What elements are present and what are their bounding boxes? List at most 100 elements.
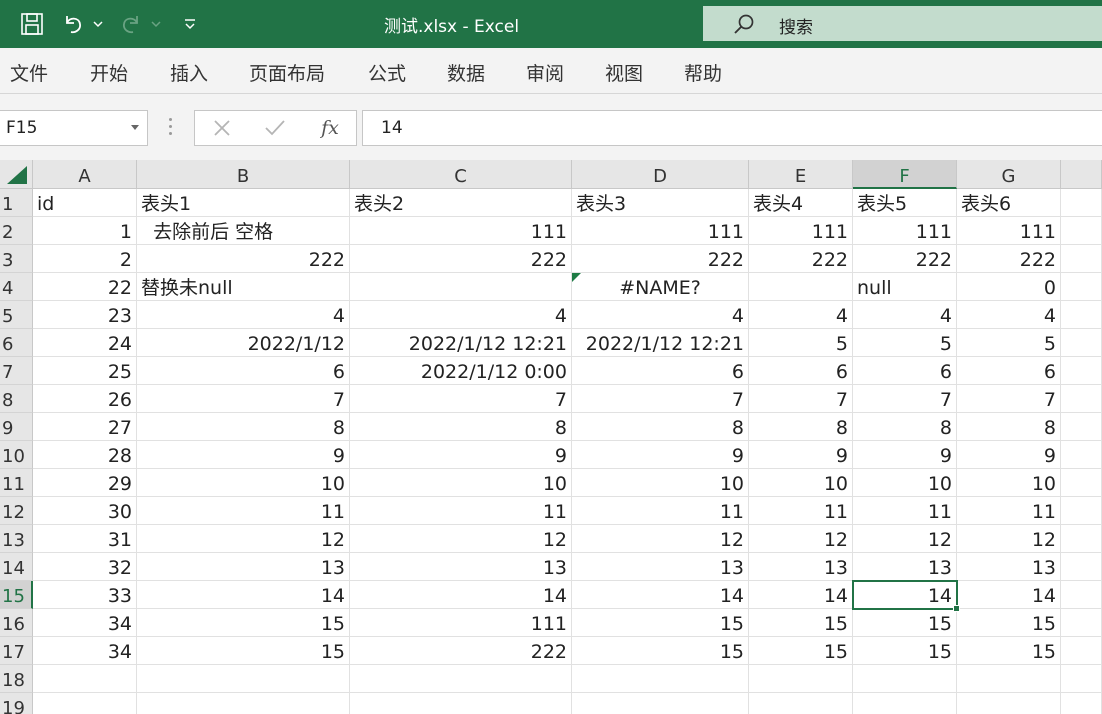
cell-f2[interactable]: 111 bbox=[853, 217, 957, 245]
tab-home[interactable]: 开始 bbox=[90, 59, 128, 86]
cell-e18[interactable] bbox=[749, 665, 853, 693]
customize-toolbar-icon[interactable] bbox=[181, 9, 199, 39]
cell-f15[interactable]: 14 bbox=[853, 581, 957, 609]
undo-icon[interactable] bbox=[60, 9, 86, 39]
cell-f16[interactable]: 15 bbox=[853, 609, 957, 637]
column-header-d[interactable]: D bbox=[572, 160, 749, 189]
cell-g13[interactable]: 12 bbox=[957, 525, 1061, 553]
cell-f14[interactable]: 13 bbox=[853, 553, 957, 581]
cell-a3[interactable]: 2 bbox=[33, 245, 137, 273]
cell-overflow[interactable] bbox=[1061, 665, 1102, 693]
tab-help[interactable]: 帮助 bbox=[684, 59, 722, 86]
cell-f19[interactable] bbox=[853, 693, 957, 714]
cell-a14[interactable]: 32 bbox=[33, 553, 137, 581]
cell-b14[interactable]: 13 bbox=[137, 553, 350, 581]
column-header-f[interactable]: F bbox=[853, 160, 957, 189]
cell-e9[interactable]: 8 bbox=[749, 413, 853, 441]
cell-d6[interactable]: 2022/1/12 12:21 bbox=[572, 329, 749, 357]
cell-e4[interactable] bbox=[749, 273, 853, 301]
cancel-icon[interactable] bbox=[202, 111, 242, 145]
cell-d14[interactable]: 13 bbox=[572, 553, 749, 581]
cell-d19[interactable] bbox=[572, 693, 749, 714]
cell-b15[interactable]: 14 bbox=[137, 581, 350, 609]
row-header-9[interactable]: 9 bbox=[0, 413, 33, 441]
row-header-6[interactable]: 6 bbox=[0, 329, 33, 357]
row-header-13[interactable]: 13 bbox=[0, 525, 33, 553]
cell-f18[interactable] bbox=[853, 665, 957, 693]
formula-input[interactable]: 14 bbox=[362, 110, 1102, 146]
save-icon[interactable] bbox=[18, 9, 46, 39]
cell-a10[interactable]: 28 bbox=[33, 441, 137, 469]
cell-overflow[interactable] bbox=[1061, 581, 1102, 609]
cell-g7[interactable]: 6 bbox=[957, 357, 1061, 385]
cell-overflow[interactable] bbox=[1061, 413, 1102, 441]
column-header-b[interactable]: B bbox=[137, 160, 350, 189]
cell-b5[interactable]: 4 bbox=[137, 301, 350, 329]
cell-c18[interactable] bbox=[350, 665, 572, 693]
cell-a9[interactable]: 27 bbox=[33, 413, 137, 441]
cell-a18[interactable] bbox=[33, 665, 137, 693]
cell-d15[interactable]: 14 bbox=[572, 581, 749, 609]
cell-d2[interactable]: 111 bbox=[572, 217, 749, 245]
cell-d16[interactable]: 15 bbox=[572, 609, 749, 637]
cell-a17[interactable]: 34 bbox=[33, 637, 137, 665]
cell-g16[interactable]: 15 bbox=[957, 609, 1061, 637]
row-header-17[interactable]: 17 bbox=[0, 637, 33, 665]
cell-f12[interactable]: 11 bbox=[853, 497, 957, 525]
cell-g17[interactable]: 15 bbox=[957, 637, 1061, 665]
column-header-c[interactable]: C bbox=[350, 160, 572, 189]
tab-file[interactable]: 文件 bbox=[10, 59, 48, 86]
insert-function-button[interactable]: fx bbox=[310, 111, 350, 145]
cell-b4[interactable]: 替换未null bbox=[137, 273, 350, 301]
cell-g10[interactable]: 9 bbox=[957, 441, 1061, 469]
enter-icon[interactable] bbox=[255, 111, 295, 145]
cell-g14[interactable]: 13 bbox=[957, 553, 1061, 581]
row-header-4[interactable]: 4 bbox=[0, 273, 33, 301]
cell-e11[interactable]: 10 bbox=[749, 469, 853, 497]
row-header-7[interactable]: 7 bbox=[0, 357, 33, 385]
name-box[interactable]: F15 bbox=[0, 110, 148, 146]
cell-g2[interactable]: 111 bbox=[957, 217, 1061, 245]
cell-g9[interactable]: 8 bbox=[957, 413, 1061, 441]
tab-insert[interactable]: 插入 bbox=[170, 59, 208, 86]
cell-overflow[interactable] bbox=[1061, 497, 1102, 525]
cell-d11[interactable]: 10 bbox=[572, 469, 749, 497]
cell-c19[interactable] bbox=[350, 693, 572, 714]
cell-e15[interactable]: 14 bbox=[749, 581, 853, 609]
cell-d8[interactable]: 7 bbox=[572, 385, 749, 413]
cell-c12[interactable]: 11 bbox=[350, 497, 572, 525]
cell-f9[interactable]: 8 bbox=[853, 413, 957, 441]
cell-overflow[interactable] bbox=[1061, 609, 1102, 637]
cell-g19[interactable] bbox=[957, 693, 1061, 714]
tab-data[interactable]: 数据 bbox=[447, 59, 485, 86]
tab-formulas[interactable]: 公式 bbox=[368, 59, 406, 86]
cell-e5[interactable]: 4 bbox=[749, 301, 853, 329]
cell-c5[interactable]: 4 bbox=[350, 301, 572, 329]
cell-c3[interactable]: 222 bbox=[350, 245, 572, 273]
cell-a8[interactable]: 26 bbox=[33, 385, 137, 413]
cell-f6[interactable]: 5 bbox=[853, 329, 957, 357]
cell-c16[interactable]: 111 bbox=[350, 609, 572, 637]
column-header-e[interactable]: E bbox=[749, 160, 853, 189]
cell-f7[interactable]: 6 bbox=[853, 357, 957, 385]
cell-a13[interactable]: 31 bbox=[33, 525, 137, 553]
column-header-g[interactable]: G bbox=[957, 160, 1061, 189]
row-header-15[interactable]: 15 bbox=[0, 581, 33, 609]
cell-a6[interactable]: 24 bbox=[33, 329, 137, 357]
cell-c8[interactable]: 7 bbox=[350, 385, 572, 413]
cell-g11[interactable]: 10 bbox=[957, 469, 1061, 497]
tab-page-layout[interactable]: 页面布局 bbox=[249, 59, 325, 86]
cell-overflow[interactable] bbox=[1061, 553, 1102, 581]
cell-b17[interactable]: 15 bbox=[137, 637, 350, 665]
cell-g1[interactable]: 表头6 bbox=[957, 189, 1061, 217]
cell-b11[interactable]: 10 bbox=[137, 469, 350, 497]
cell-d4[interactable]: #NAME? bbox=[572, 273, 749, 301]
cell-c4[interactable] bbox=[350, 273, 572, 301]
cell-c17[interactable]: 222 bbox=[350, 637, 572, 665]
cell-a5[interactable]: 23 bbox=[33, 301, 137, 329]
cell-a15[interactable]: 33 bbox=[33, 581, 137, 609]
cell-f11[interactable]: 10 bbox=[853, 469, 957, 497]
cell-e3[interactable]: 222 bbox=[749, 245, 853, 273]
cell-f8[interactable]: 7 bbox=[853, 385, 957, 413]
column-header-a[interactable]: A bbox=[33, 160, 137, 189]
